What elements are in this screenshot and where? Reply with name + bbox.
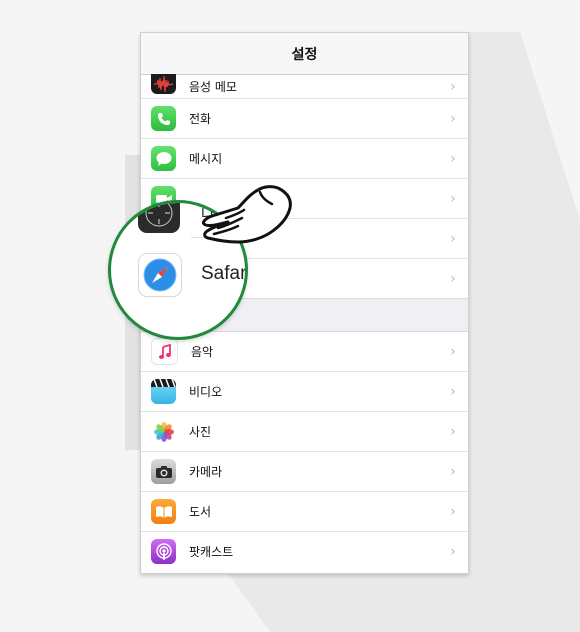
- settings-row-label: 카메라: [189, 465, 223, 479]
- camera-icon: [151, 459, 176, 484]
- chevron-right-icon: ›: [450, 270, 456, 287]
- chevron-right-icon: ›: [450, 230, 456, 247]
- phone-icon: [151, 106, 176, 131]
- music-icon: [151, 338, 178, 365]
- messages-icon: [151, 146, 176, 171]
- settings-row-label: 전화: [189, 112, 212, 126]
- video-icon: [151, 379, 176, 404]
- chevron-right-icon: ›: [450, 503, 456, 520]
- settings-row-label: 사진: [189, 425, 212, 439]
- chevron-right-icon: ›: [450, 78, 456, 95]
- chevron-right-icon: ›: [450, 423, 456, 440]
- books-icon: [151, 499, 176, 524]
- podcasts-icon: [151, 539, 176, 564]
- chevron-right-icon: ›: [450, 190, 456, 207]
- voice-memo-icon: [151, 73, 176, 94]
- chevron-right-icon: ›: [450, 343, 456, 360]
- settings-row-label: 메시지: [189, 152, 223, 166]
- settings-row-label: 음성 메모: [189, 80, 237, 94]
- settings-row-books[interactable]: 도서 ›: [141, 492, 468, 532]
- settings-row-video[interactable]: 비디오 ›: [141, 372, 468, 412]
- settings-row-camera[interactable]: 카메라 ›: [141, 452, 468, 492]
- settings-row-photos[interactable]: 사진 ›: [141, 412, 468, 452]
- navigation-bar: 설정: [141, 33, 468, 75]
- magnifier-safari-label: Safar: [201, 263, 247, 284]
- safari-icon: [138, 253, 182, 297]
- settings-group-2: 음악 › 비디오 › 사진 › 카메라 › 도서 › 팟캐스트 ›: [141, 332, 468, 571]
- chevron-right-icon: ›: [450, 110, 456, 127]
- chevron-right-icon: ›: [450, 463, 456, 480]
- photos-icon: [151, 419, 176, 444]
- settings-row-label: 도서: [189, 505, 212, 519]
- settings-row-label: 음악: [191, 345, 214, 359]
- settings-row-label: 비디오: [189, 385, 223, 399]
- chevron-right-icon: ›: [450, 383, 456, 400]
- pointing-hand-icon: [202, 185, 292, 244]
- settings-row-podcasts[interactable]: 팟캐스트 ›: [141, 532, 468, 571]
- navbar-title: 설정: [291, 46, 318, 63]
- compass-icon: [138, 203, 180, 233]
- chevron-right-icon: ›: [450, 150, 456, 167]
- settings-row-messages[interactable]: 메시지 ›: [141, 139, 468, 179]
- settings-row-voice-memo[interactable]: 음성 메모 ›: [141, 73, 468, 99]
- chevron-right-icon: ›: [450, 543, 456, 560]
- settings-row-label: 팟캐스트: [189, 545, 234, 559]
- settings-row-phone[interactable]: 전화 ›: [141, 99, 468, 139]
